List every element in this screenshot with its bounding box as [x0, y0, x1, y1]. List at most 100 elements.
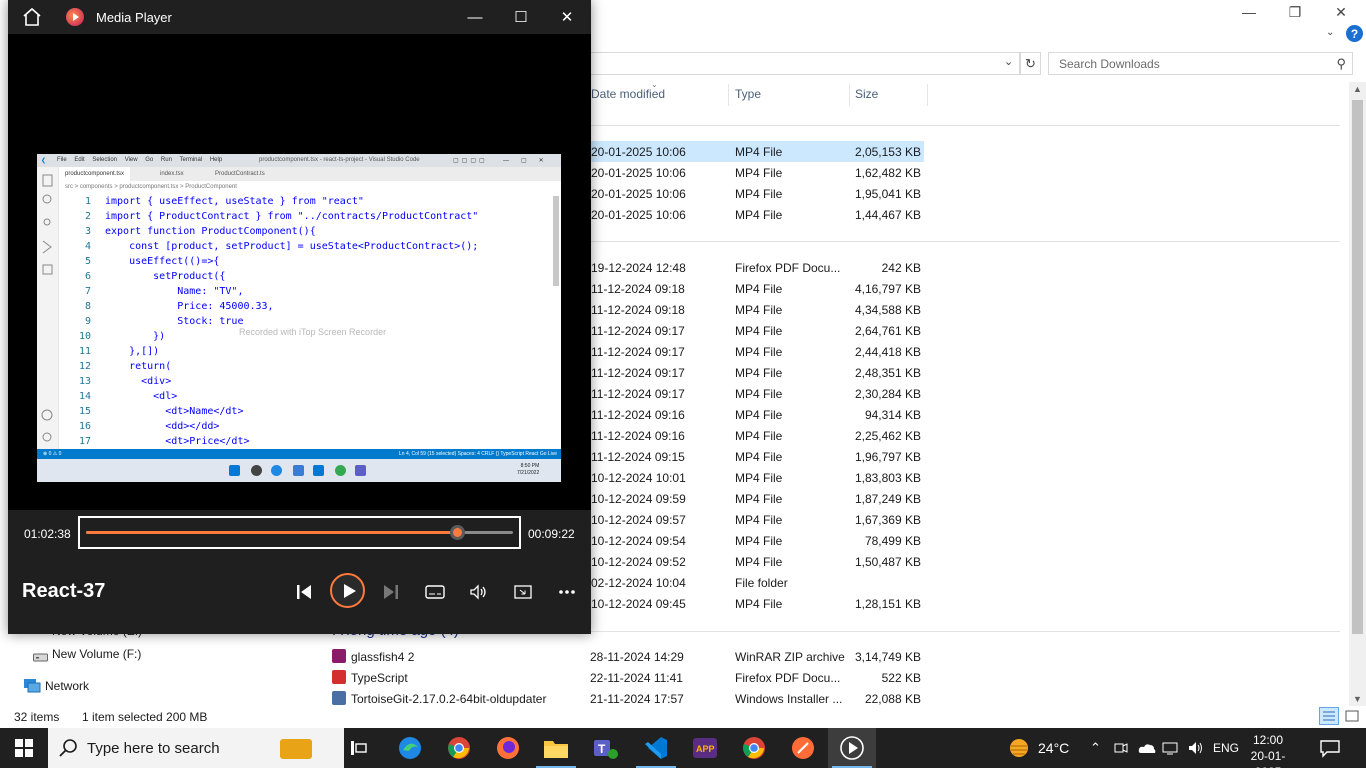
code-text: import { ProductContract } from "../cont…: [105, 211, 479, 222]
onedrive-icon[interactable]: [1138, 741, 1156, 755]
taskbar-media-player[interactable]: [828, 728, 876, 768]
details-view-icon[interactable]: [1319, 707, 1339, 725]
file-row[interactable]: 11-12-2024 09:16 MP4 File 94,314 KB: [588, 404, 924, 425]
player-titlebar[interactable]: Media Player — ☐ ✕: [8, 0, 591, 34]
recorder-icon: [355, 465, 366, 476]
work-briefcase-icon[interactable]: [280, 739, 312, 759]
file-row[interactable]: 11-12-2024 09:17 MP4 File 2,64,761 KB: [588, 320, 924, 341]
more-options-button[interactable]: [551, 578, 583, 606]
line-number: 15: [78, 406, 91, 417]
file-row[interactable]: 11-12-2024 09:17 MP4 File 2,30,284 KB: [588, 383, 924, 404]
vscode-status-info: Ln 4, Col 59 (15 selected) Spaces: 4 CRL…: [399, 451, 558, 457]
file-date: 10-12-2024 09:59: [591, 492, 686, 506]
taskbar-edge[interactable]: [386, 728, 434, 768]
file-row[interactable]: 10-12-2024 09:57 MP4 File 1,67,369 KB: [588, 509, 924, 530]
column-header-type[interactable]: Type: [735, 87, 761, 101]
vscode-tab: index.tsx: [160, 171, 184, 177]
input-language[interactable]: ENG: [1213, 741, 1239, 755]
weather-icon[interactable]: [1008, 737, 1030, 759]
meet-now-icon[interactable]: [1114, 741, 1128, 755]
chrome-icon: [743, 737, 765, 759]
next-button[interactable]: [375, 578, 407, 606]
next-icon: [384, 585, 398, 599]
search-input[interactable]: Search Downloads ⚲: [1048, 52, 1353, 75]
help-icon[interactable]: ?: [1346, 25, 1363, 42]
code-text: <dt>Price</dt>: [105, 436, 250, 447]
taskbar-chrome-2[interactable]: [730, 728, 778, 768]
file-list-scrollbar[interactable]: ▲ ▼: [1349, 82, 1366, 706]
volume-tray-icon[interactable]: [1188, 741, 1204, 755]
large-icons-view-icon[interactable]: [1343, 707, 1361, 725]
nav-item-network[interactable]: Network: [45, 679, 89, 693]
file-row[interactable]: 20-01-2025 10:06 MP4 File 2,05,153 KB: [588, 141, 924, 162]
player-maximize-button[interactable]: ☐: [498, 0, 544, 34]
file-row[interactable]: 02-12-2024 10:04 File folder: [588, 572, 924, 593]
file-type: Firefox PDF Docu...: [735, 671, 841, 685]
previous-button[interactable]: [288, 578, 320, 606]
column-header-size[interactable]: Size: [855, 87, 878, 101]
file-row[interactable]: TypeScript 22-11-2024 11:41 Firefox PDF Do…: [330, 667, 930, 688]
taskbar-postman[interactable]: [779, 728, 827, 768]
player-minimize-button[interactable]: —: [452, 0, 498, 34]
task-view-icon: [351, 741, 367, 755]
file-row[interactable]: 10-12-2024 09:59 MP4 File 1,87,249 KB: [588, 488, 924, 509]
scroll-up-icon[interactable]: ▲: [1353, 84, 1362, 94]
scrollbar-thumb[interactable]: [1352, 100, 1363, 634]
video-area[interactable]: ❮ File Edit Selection View Go Run Termin…: [8, 34, 591, 510]
play-button[interactable]: [330, 573, 365, 608]
volume-button[interactable]: [463, 578, 495, 606]
start-button[interactable]: [0, 728, 48, 768]
network-tray-icon[interactable]: [1162, 741, 1178, 755]
explorer-restore-button[interactable]: ❐: [1272, 0, 1318, 24]
taskbar-firefox[interactable]: [484, 728, 532, 768]
home-icon[interactable]: [22, 7, 42, 27]
file-row[interactable]: 11-12-2024 09:15 MP4 File 1,96,797 KB: [588, 446, 924, 467]
ribbon-expand-icon[interactable]: ⌄: [1326, 27, 1334, 38]
column-separator[interactable]: [728, 84, 729, 106]
file-row[interactable]: glassfish4 2 28-11-2024 14:29 WinRAR ZIP a…: [330, 646, 930, 667]
file-row[interactable]: 10-12-2024 09:45 MP4 File 1,28,151 KB: [588, 593, 924, 614]
task-view-button[interactable]: [336, 728, 384, 768]
captions-button[interactable]: [419, 578, 451, 606]
seek-bar[interactable]: [86, 525, 513, 540]
taskbar-teams[interactable]: T: [582, 728, 630, 768]
refresh-button[interactable]: ↻: [1020, 52, 1041, 75]
file-row[interactable]: 11-12-2024 09:18 MP4 File 4,34,588 KB: [588, 299, 924, 320]
file-size: 1,28,151 KB: [854, 597, 921, 611]
notification-center-icon[interactable]: [1318, 738, 1342, 758]
column-separator[interactable]: [927, 84, 928, 106]
file-row[interactable]: 19-12-2024 12:48 Firefox PDF Docu... 242 K…: [588, 257, 924, 278]
show-hidden-icons-icon[interactable]: ⌃: [1090, 740, 1101, 756]
explorer-close-button[interactable]: ✕: [1318, 0, 1364, 24]
explorer-minimize-button[interactable]: —: [1226, 0, 1272, 24]
address-dropdown-icon[interactable]: ⌄: [1004, 55, 1013, 68]
file-row[interactable]: 10-12-2024 09:52 MP4 File 1,50,487 KB: [588, 551, 924, 572]
file-row[interactable]: 11-12-2024 09:16 MP4 File 2,25,462 KB: [588, 425, 924, 446]
mini-player-button[interactable]: [507, 578, 539, 606]
file-row[interactable]: 11-12-2024 09:18 MP4 File 4,16,797 KB: [588, 278, 924, 299]
seek-handle[interactable]: [450, 525, 466, 540]
file-type: MP4 File: [735, 208, 783, 222]
taskbar-file-explorer[interactable]: [532, 728, 580, 768]
taskbar-app-hub[interactable]: APP: [681, 728, 729, 768]
column-header-date[interactable]: Date modified: [591, 87, 665, 101]
file-row[interactable]: 10-12-2024 09:54 MP4 File 78,499 KB: [588, 530, 924, 551]
file-row[interactable]: 11-12-2024 09:17 MP4 File 2,44,418 KB: [588, 341, 924, 362]
weather-temperature[interactable]: 24°C: [1038, 740, 1069, 756]
file-row[interactable]: 20-01-2025 10:06 MP4 File 1,95,041 KB: [588, 183, 924, 204]
taskbar-clock[interactable]: 12:00 20-01-2025: [1240, 732, 1296, 768]
taskbar-chrome[interactable]: [435, 728, 483, 768]
seek-bar-focus[interactable]: [78, 516, 521, 549]
scroll-down-icon[interactable]: ▼: [1353, 694, 1362, 704]
nav-item-drive-f[interactable]: New Volume (F:): [52, 647, 141, 661]
address-bar[interactable]: [588, 52, 1020, 75]
video-frame: ❮ File Edit Selection View Go Run Termin…: [37, 154, 561, 482]
file-row[interactable]: 11-12-2024 09:17 MP4 File 2,48,351 KB: [588, 362, 924, 383]
code-text: <dd></dd>: [105, 421, 220, 432]
player-close-button[interactable]: ✕: [544, 0, 590, 34]
taskbar-vscode[interactable]: [632, 728, 680, 768]
file-row[interactable]: 20-01-2025 10:06 MP4 File 1,44,467 KB: [588, 204, 924, 225]
file-row[interactable]: 20-01-2025 10:06 MP4 File 1,62,482 KB: [588, 162, 924, 183]
column-separator[interactable]: [849, 84, 850, 106]
file-row[interactable]: 10-12-2024 10:01 MP4 File 1,83,803 KB: [588, 467, 924, 488]
